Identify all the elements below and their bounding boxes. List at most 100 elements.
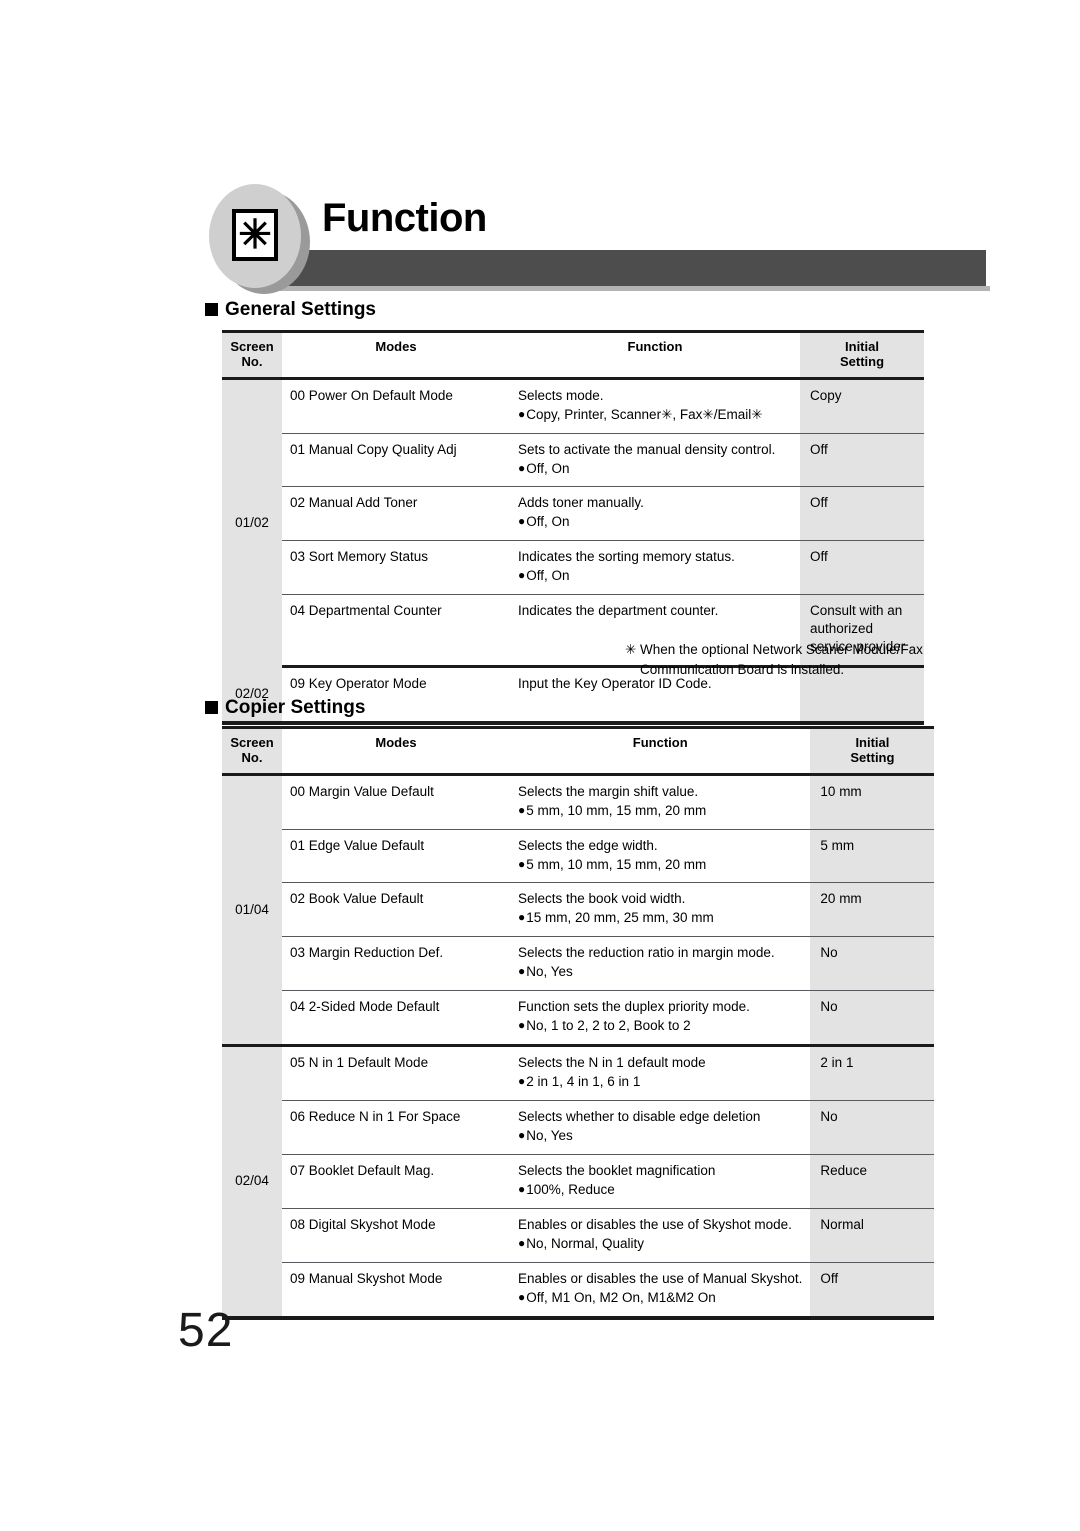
mode-cell: 01 Manual Copy Quality Adj xyxy=(282,433,510,488)
column-header-initial-setting: Initial Setting xyxy=(800,330,924,380)
mode-cell: 02 Book Value Default xyxy=(282,882,510,938)
initial-setting-cell: 20 mm xyxy=(810,882,935,938)
bullet-dot-icon: ● xyxy=(518,514,526,529)
table-row: 06 Reduce N in 1 For Space Selects wheth… xyxy=(222,1100,935,1155)
table-row: 03 Sort Memory Status Indicates the sort… xyxy=(222,540,924,596)
function-options: ●No, Yes xyxy=(518,964,573,980)
bullet-dot-icon: ● xyxy=(518,910,526,925)
function-options: ●Off, On xyxy=(518,460,570,476)
table-row: 02/04 05 N in 1 Default Mode Selects the… xyxy=(222,1045,935,1320)
screen-no-cell: 02/04 xyxy=(222,1045,282,1320)
screen-no-cell: 01/02 xyxy=(222,378,282,667)
initial-setting-cell: Reduce xyxy=(810,1154,935,1209)
function-options: ●No, Yes xyxy=(518,1128,573,1144)
initial-setting-cell: Off xyxy=(810,1262,935,1320)
header-banner-bar xyxy=(258,250,986,286)
column-header-screen-no: Screen No. xyxy=(222,726,282,776)
table-row: 01 Manual Copy Quality Adj Sets to activ… xyxy=(222,433,924,488)
function-text: Selects the margin shift value. xyxy=(518,783,699,799)
mode-cell: 07 Booklet Default Mag. xyxy=(282,1154,510,1209)
function-options: ●Off, On xyxy=(518,514,570,530)
page-number: 52 xyxy=(178,1304,234,1357)
initial-setting-cell: Off xyxy=(800,433,924,488)
initial-setting-cell: 10 mm xyxy=(810,774,935,830)
table-row: 01 Edge Value Default Selects the edge w… xyxy=(222,829,935,884)
initial-setting-cell: Off xyxy=(800,486,924,542)
table-row: 02 Book Value Default Selects the book v… xyxy=(222,882,935,938)
initial-setting-cell: No xyxy=(810,990,935,1048)
mode-cell: 05 N in 1 Default Mode xyxy=(282,1045,510,1102)
function-text: Adds toner manually. xyxy=(518,495,644,511)
mode-cell: 03 Margin Reduction Def. xyxy=(282,936,510,992)
table-row: 02 Manual Add Toner Adds toner manually.… xyxy=(222,486,924,542)
bullet-dot-icon: ● xyxy=(518,964,526,979)
function-cell: Enables or disables the use of Skyshot m… xyxy=(510,1208,811,1263)
function-text: Enables or disables the use of Manual Sk… xyxy=(518,1270,803,1286)
function-text: Sets to activate the manual density cont… xyxy=(518,441,776,457)
function-text: Indicates the department counter. xyxy=(518,603,719,619)
function-cell: Selects mode. ●Copy, Printer, Scanner✳, … xyxy=(510,378,800,434)
section-heading-label: Copier Settings xyxy=(225,697,366,718)
table-row: 01/02 00 Power On Default Mode Selects m… xyxy=(222,378,924,667)
header-banner-shadow xyxy=(262,286,990,291)
bullet-dot-icon: ● xyxy=(518,406,526,421)
mode-cell: 08 Digital Skyshot Mode xyxy=(282,1208,510,1263)
mode-cell: 00 Margin Value Default xyxy=(282,774,510,830)
bullet-dot-icon: ● xyxy=(518,856,526,871)
footnote-general-settings: ✳ When the optional Network Scaner Modul… xyxy=(625,640,955,679)
table-row: 07 Booklet Default Mag. Selects the book… xyxy=(222,1154,935,1209)
function-options: ●No, Normal, Quality xyxy=(518,1235,645,1251)
function-cell: Function sets the duplex priority mode. … xyxy=(510,990,811,1048)
function-options: ●Off, M1 On, M2 On, M1&M2 On xyxy=(518,1289,716,1305)
function-cell: Selects the N in 1 default mode ●2 in 1,… xyxy=(510,1045,811,1102)
table-row: 03 Margin Reduction Def. Selects the red… xyxy=(222,936,935,992)
function-cell: Selects the book void width. ●15 mm, 20 … xyxy=(510,882,811,938)
initial-setting-cell: No xyxy=(810,936,935,992)
initial-setting-cell: No xyxy=(810,1100,935,1155)
bullet-dot-icon: ● xyxy=(518,1074,526,1089)
screen-no-cell: 01/04 xyxy=(222,774,282,1048)
mode-cell: 02 Manual Add Toner xyxy=(282,486,510,542)
function-options: ●Copy, Printer, Scanner✳, Fax✳/Email✳ xyxy=(518,406,763,422)
page-title: Function xyxy=(322,196,487,240)
bullet-dot-icon: ● xyxy=(518,802,526,817)
function-text: Selects the edge width. xyxy=(518,837,658,853)
function-options: ●No, 1 to 2, 2 to 2, Book to 2 xyxy=(518,1018,691,1034)
bullet-dot-icon: ● xyxy=(518,1128,526,1143)
table-row: 09 Manual Skyshot Mode Enables or disabl… xyxy=(222,1262,935,1320)
function-options: ●Off, On xyxy=(518,568,570,584)
mode-cell: 00 Power On Default Mode xyxy=(282,378,510,434)
table-row: 08 Digital Skyshot Mode Enables or disab… xyxy=(222,1208,935,1263)
column-header-screen-no: Screen No. xyxy=(222,330,282,380)
function-options: ●2 in 1, 4 in 1, 6 in 1 xyxy=(518,1074,641,1090)
mode-cell: 06 Reduce N in 1 For Space xyxy=(282,1100,510,1155)
bullet-dot-icon: ● xyxy=(518,1235,526,1250)
function-options: ●15 mm, 20 mm, 25 mm, 30 mm xyxy=(518,910,714,926)
mode-cell: 09 Manual Skyshot Mode xyxy=(282,1262,510,1320)
function-text: Indicates the sorting memory status. xyxy=(518,549,735,565)
function-options: ●5 mm, 10 mm, 15 mm, 20 mm xyxy=(518,802,707,818)
initial-setting-cell: Copy xyxy=(800,378,924,434)
function-cell: Sets to activate the manual density cont… xyxy=(510,433,800,488)
bullet-dot-icon: ● xyxy=(518,460,526,475)
function-text: Selects the N in 1 default mode xyxy=(518,1055,706,1071)
table-row: 04 2-Sided Mode Default Function sets th… xyxy=(222,990,935,1048)
function-text: Enables or disables the use of Skyshot m… xyxy=(518,1216,792,1232)
initial-setting-cell: Off xyxy=(800,540,924,596)
bullet-square-icon xyxy=(205,303,218,316)
mode-cell: 04 2-Sided Mode Default xyxy=(282,990,510,1048)
asterisk-icon: ✳ xyxy=(625,642,637,657)
initial-setting-cell: Normal xyxy=(810,1208,935,1263)
asterisk-icon: ✳ xyxy=(232,209,278,261)
function-cell: Selects the edge width. ●5 mm, 10 mm, 15… xyxy=(510,829,811,884)
section-heading-copier-settings: Copier Settings xyxy=(205,698,365,717)
bullet-dot-icon: ● xyxy=(518,1181,526,1196)
function-options: ●100%, Reduce xyxy=(518,1181,615,1197)
function-text: Selects the booklet magnification xyxy=(518,1163,716,1178)
function-text: Selects the book void width. xyxy=(518,891,686,907)
page-header: ✳ Function xyxy=(0,176,1080,294)
function-cell: Selects whether to disable edge deletion… xyxy=(510,1100,811,1155)
column-header-function: Function xyxy=(510,330,800,380)
table-header-row: Screen No. Modes Function Initial Settin… xyxy=(222,726,935,776)
function-text: Selects mode. xyxy=(518,387,604,403)
